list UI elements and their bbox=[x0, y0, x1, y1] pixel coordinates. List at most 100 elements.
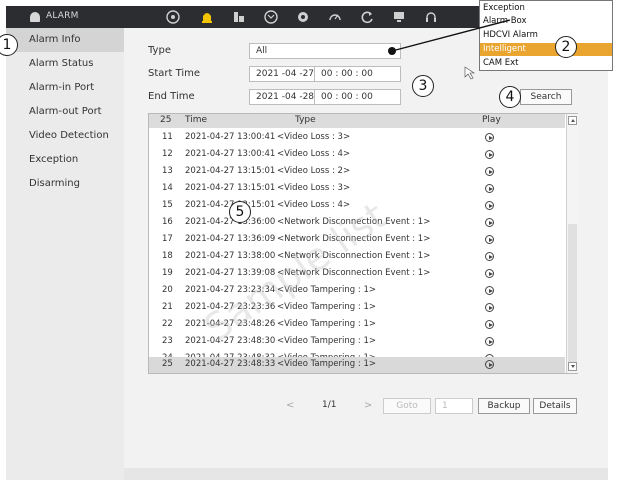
end-time-label: End Time bbox=[148, 91, 195, 102]
type-label: Type bbox=[148, 45, 171, 56]
play-icon[interactable] bbox=[485, 150, 494, 159]
row-number: 13 bbox=[162, 166, 173, 176]
sidebar-item-alarm-info[interactable]: Alarm Info bbox=[6, 28, 124, 52]
play-icon[interactable] bbox=[485, 286, 494, 295]
row-number: 20 bbox=[162, 285, 173, 295]
play-icon[interactable] bbox=[485, 235, 494, 244]
goto-page-input[interactable]: 1 bbox=[435, 398, 473, 414]
table-row[interactable]: 14 2021-04-27 13:15:01 <Video Loss : 3> bbox=[149, 180, 565, 197]
table-row[interactable]: 12 2021-04-27 13:00:41 <Video Loss : 4> bbox=[149, 146, 565, 163]
play-icon[interactable] bbox=[485, 320, 494, 329]
sidebar-item-alarm-in-port[interactable]: Alarm-in Port bbox=[6, 76, 124, 100]
sidebar: Alarm Info Alarm Status Alarm-in Port Al… bbox=[6, 28, 124, 480]
start-time: 00 : 00 : 00 bbox=[314, 67, 373, 81]
type-select-value: All bbox=[256, 46, 268, 56]
bell-icon bbox=[30, 12, 40, 22]
start-time-input[interactable]: 2021 -04 -27 00 : 00 : 00 bbox=[249, 66, 401, 82]
refresh-icon[interactable] bbox=[360, 10, 374, 24]
table-row-selected[interactable]: 25 2021-04-27 23:48:33 <Video Tampering … bbox=[149, 357, 565, 373]
settings-icon[interactable] bbox=[296, 10, 310, 24]
play-icon[interactable] bbox=[485, 360, 494, 369]
start-date: 2021 -04 -27 bbox=[256, 69, 315, 79]
row-number: 23 bbox=[162, 336, 173, 346]
alarm-icon[interactable] bbox=[200, 10, 214, 24]
start-time-label: Start Time bbox=[148, 68, 201, 79]
row-number: 22 bbox=[162, 319, 173, 329]
end-date: 2021 -04 -28 bbox=[256, 92, 315, 102]
callout-2: 2 bbox=[555, 36, 577, 58]
scroll-up-button[interactable] bbox=[568, 116, 577, 125]
sidebar-item-disarming[interactable]: Disarming bbox=[6, 172, 124, 196]
gauge-icon[interactable] bbox=[328, 10, 342, 24]
sidebar-item-alarm-status[interactable]: Alarm Status bbox=[6, 52, 124, 76]
row-number: 11 bbox=[162, 132, 173, 142]
row-type: <Video Loss : 4> bbox=[277, 200, 351, 210]
table-row[interactable]: 13 2021-04-27 13:15:01 <Video Loss : 2> bbox=[149, 163, 565, 180]
row-type: <Video Tampering : 1> bbox=[277, 336, 376, 346]
backup-button[interactable]: Backup bbox=[478, 398, 530, 414]
row-time: 2021-04-27 13:15:01 bbox=[185, 183, 276, 193]
main-footer bbox=[124, 468, 608, 480]
row-time: 2021-04-27 13:36:09 bbox=[185, 234, 276, 244]
type-select[interactable]: All bbox=[249, 43, 401, 59]
camera-icon[interactable] bbox=[166, 10, 180, 24]
row-type: <Video Tampering : 1> bbox=[277, 302, 376, 312]
sidebar-item-alarm-out-port[interactable]: Alarm-out Port bbox=[6, 100, 124, 124]
scroll-thumb[interactable] bbox=[568, 224, 577, 364]
play-icon[interactable] bbox=[485, 303, 494, 312]
play-icon[interactable] bbox=[485, 167, 494, 176]
dropdown-item-hdcvi-alarm[interactable]: HDCVI Alarm bbox=[480, 29, 612, 42]
play-icon[interactable] bbox=[485, 201, 494, 210]
callout-3: 3 bbox=[412, 75, 434, 97]
callout-5: 5 bbox=[229, 201, 251, 223]
dropdown-item-exception[interactable]: Exception bbox=[480, 2, 612, 15]
table-row[interactable]: 20 2021-04-27 23:23:34 <Video Tampering … bbox=[149, 282, 565, 299]
table-scrollbar[interactable] bbox=[566, 114, 578, 373]
header-play: Play bbox=[482, 115, 501, 125]
headset-icon[interactable] bbox=[424, 10, 438, 24]
row-time: 2021-04-27 13:38:00 bbox=[185, 251, 276, 261]
play-icon[interactable] bbox=[485, 218, 494, 227]
row-number: 19 bbox=[162, 268, 173, 278]
table-row[interactable]: 19 2021-04-27 13:39:08 <Network Disconne… bbox=[149, 265, 565, 282]
row-type: <Video Loss : 2> bbox=[277, 166, 351, 176]
row-number: 18 bbox=[162, 251, 173, 261]
scroll-down-button[interactable] bbox=[568, 362, 577, 371]
row-number: 14 bbox=[162, 183, 173, 193]
search-button[interactable]: Search bbox=[520, 89, 572, 105]
end-time: 00 : 00 : 00 bbox=[314, 90, 373, 104]
next-page-button[interactable]: > bbox=[364, 400, 372, 411]
sidebar-item-video-detection[interactable]: Video Detection bbox=[6, 124, 124, 148]
end-time-input[interactable]: 2021 -04 -28 00 : 00 : 00 bbox=[249, 89, 401, 105]
sidebar-item-exception[interactable]: Exception bbox=[6, 148, 124, 172]
row-type: <Video Loss : 3> bbox=[277, 183, 351, 193]
play-icon[interactable] bbox=[485, 252, 494, 261]
page-indicator: 1/1 bbox=[322, 400, 337, 410]
prev-page-button[interactable]: < bbox=[286, 400, 294, 411]
monitor-icon[interactable] bbox=[392, 10, 406, 24]
storage-icon[interactable] bbox=[232, 10, 246, 24]
row-time: 2021-04-27 23:48:33 bbox=[185, 359, 276, 369]
play-icon[interactable] bbox=[485, 337, 494, 346]
play-icon[interactable] bbox=[485, 184, 494, 193]
row-time: 2021-04-27 13:00:41 bbox=[185, 132, 276, 142]
row-number: 21 bbox=[162, 302, 173, 312]
row-time: 2021-04-27 13:15:01 bbox=[185, 166, 276, 176]
play-icon[interactable] bbox=[485, 269, 494, 278]
dropdown-item-cam-ext[interactable]: CAM Ext bbox=[480, 57, 612, 70]
network-icon[interactable] bbox=[264, 10, 278, 24]
row-type: <Video Loss : 4> bbox=[277, 149, 351, 159]
table-row[interactable]: 11 2021-04-27 13:00:41 <Video Loss : 3> bbox=[149, 129, 565, 146]
row-number: 15 bbox=[162, 200, 173, 210]
row-number: 12 bbox=[162, 149, 173, 159]
row-number: 17 bbox=[162, 234, 173, 244]
play-icon[interactable] bbox=[485, 133, 494, 142]
details-button[interactable]: Details bbox=[533, 398, 577, 414]
dropdown-item-intelligent[interactable]: Intelligent bbox=[480, 43, 612, 56]
callout-4: 4 bbox=[499, 86, 521, 108]
table-header: 25 Time Type Play bbox=[149, 114, 565, 128]
page-title: ALARM bbox=[46, 11, 79, 21]
type-dropdown: Exception Alarm Box HDCVI Alarm Intellig… bbox=[479, 0, 613, 71]
goto-button[interactable]: Goto bbox=[383, 398, 431, 414]
dropdown-item-alarm-box[interactable]: Alarm Box bbox=[480, 15, 612, 28]
